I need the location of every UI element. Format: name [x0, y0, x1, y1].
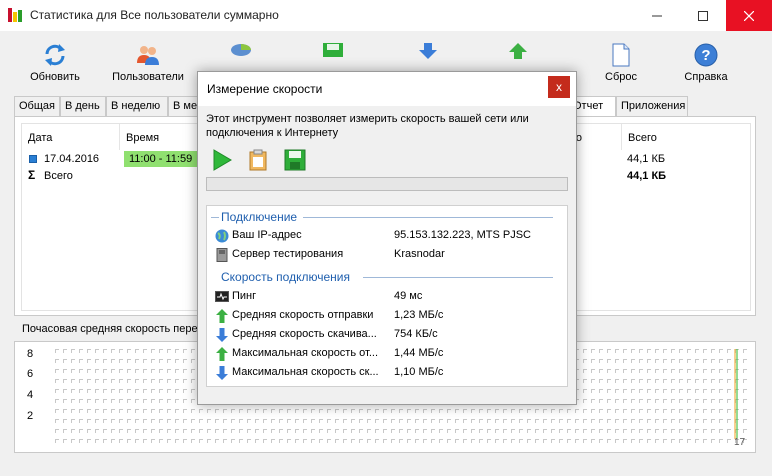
sum-total: 44,1 КБ — [627, 170, 667, 182]
y-tick-6: 6 — [27, 368, 34, 380]
users-label: Пользователи — [112, 71, 184, 83]
refresh-icon — [39, 41, 71, 69]
download-arrow-icon — [215, 328, 229, 342]
ping-value: 49 мс — [394, 290, 423, 302]
server-icon — [215, 248, 229, 262]
help-icon: ? — [690, 41, 722, 69]
max-upload-row: Максимальная скорость от... 1,44 МБ/с — [215, 346, 555, 362]
refresh-label: Обновить — [30, 71, 80, 83]
help-label: Справка — [684, 71, 728, 83]
chart-icon[interactable] — [230, 43, 252, 60]
download-arrow-icon — [215, 366, 229, 380]
dialog-close-button[interactable]: x — [548, 76, 570, 98]
minimize-button[interactable] — [634, 0, 680, 31]
minimize-icon — [652, 15, 662, 16]
max-download-label: Максимальная скорость ск... — [232, 366, 379, 378]
results-group: Подключение Ваш IP-адрес 95.153.132.223,… — [206, 205, 568, 387]
app-icon — [8, 8, 22, 22]
header-date[interactable]: Дата — [22, 124, 120, 150]
avg-download-row: Средняя скорость скачива... 754 КБ/с — [215, 327, 555, 343]
maximize-icon — [698, 10, 708, 21]
max-upload-label: Максимальная скорость от... — [232, 347, 378, 359]
test-progress-bar — [206, 177, 568, 191]
save-icon[interactable] — [283, 148, 307, 172]
row-marker-icon — [29, 155, 37, 163]
users-button[interactable]: Пользователи — [110, 41, 186, 91]
ping-row: Пинг 49 мс — [215, 289, 555, 305]
refresh-button[interactable]: Обновить — [17, 41, 93, 91]
sigma-icon: Σ — [28, 168, 36, 182]
header-time[interactable]: Время — [120, 124, 200, 150]
tab-per-day[interactable]: В день — [60, 96, 106, 116]
download-arrow-icon[interactable] — [418, 43, 438, 62]
tab-per-week[interactable]: В неделю — [106, 96, 168, 116]
help-button[interactable]: ? Справка — [668, 41, 744, 91]
connection-section-title: Подключение — [221, 210, 298, 224]
x-tick-17: 17 — [734, 437, 746, 448]
ping-label: Пинг — [232, 290, 257, 302]
server-row: Сервер тестирования Krasnodar — [215, 247, 555, 263]
speed-section-title: Скорость подключения — [221, 270, 350, 284]
upload-arrow-icon[interactable] — [508, 43, 528, 62]
tab-report[interactable]: Отчет — [572, 96, 616, 117]
ip-row: Ваш IP-адрес 95.153.132.223, MTS PJSC — [215, 228, 555, 244]
max-upload-value: 1,44 МБ/с — [394, 347, 444, 359]
title-bar: Статистика для Все пользователи суммарно — [0, 0, 772, 31]
dialog-title: Измерение скорости — [207, 82, 323, 96]
ip-label: Ваш IP-адрес — [232, 229, 302, 241]
tab-general[interactable]: Общая — [14, 96, 60, 116]
close-icon — [744, 10, 754, 21]
clipboard-icon[interactable] — [246, 148, 270, 172]
avg-download-value: 754 КБ/с — [394, 328, 438, 340]
avg-upload-value: 1,23 МБ/с — [394, 309, 444, 321]
maximize-button[interactable] — [680, 0, 726, 31]
dialog-title-bar: Измерение скорости x — [198, 72, 576, 106]
close-button[interactable] — [726, 0, 772, 31]
max-download-row: Максимальная скорость ск... 1,10 МБ/с — [215, 365, 555, 381]
reset-label: Сброс — [605, 71, 637, 83]
row-time: 11:00 - 11:59 — [124, 151, 200, 167]
users-icon — [132, 41, 164, 69]
avg-download-label: Средняя скорость скачива... — [232, 328, 377, 340]
server-value: Krasnodar — [394, 248, 445, 260]
save-icon[interactable] — [322, 43, 344, 60]
hourly-speed-label: Почасовая средняя скорость перед — [22, 323, 204, 335]
header-total[interactable]: Всего — [622, 124, 752, 150]
sum-label: Всего — [44, 170, 73, 182]
dialog-description: Этот инструмент позволяет измерить скоро… — [206, 113, 529, 139]
y-tick-4: 4 — [27, 389, 34, 401]
globe-icon — [215, 229, 229, 243]
window-title: Статистика для Все пользователи суммарно — [30, 8, 279, 22]
tab-per-month[interactable]: В мес — [168, 96, 203, 116]
reset-button[interactable]: Сброс — [583, 41, 659, 91]
play-icon[interactable] — [210, 148, 234, 172]
upload-arrow-icon — [215, 309, 229, 323]
upload-arrow-icon — [215, 347, 229, 361]
speed-test-dialog: Измерение скорости x Этот инструмент поз… — [197, 71, 577, 405]
svg-text:?: ? — [701, 47, 710, 64]
monitor-icon — [215, 290, 229, 304]
document-icon — [605, 41, 637, 69]
row-total: 44,1 КБ — [627, 153, 666, 165]
avg-upload-row: Средняя скорость отправки 1,23 МБ/с — [215, 308, 555, 324]
y-tick-2: 2 — [27, 410, 34, 422]
avg-upload-label: Средняя скорость отправки — [232, 309, 374, 321]
server-label: Сервер тестирования — [232, 248, 344, 260]
max-download-value: 1,10 МБ/с — [394, 366, 444, 378]
tab-applications[interactable]: Приложения — [616, 96, 688, 116]
ip-value: 95.153.132.223, MTS PJSC — [394, 229, 531, 241]
y-tick-8: 8 — [27, 348, 34, 360]
row-date: 17.04.2016 — [44, 153, 100, 165]
